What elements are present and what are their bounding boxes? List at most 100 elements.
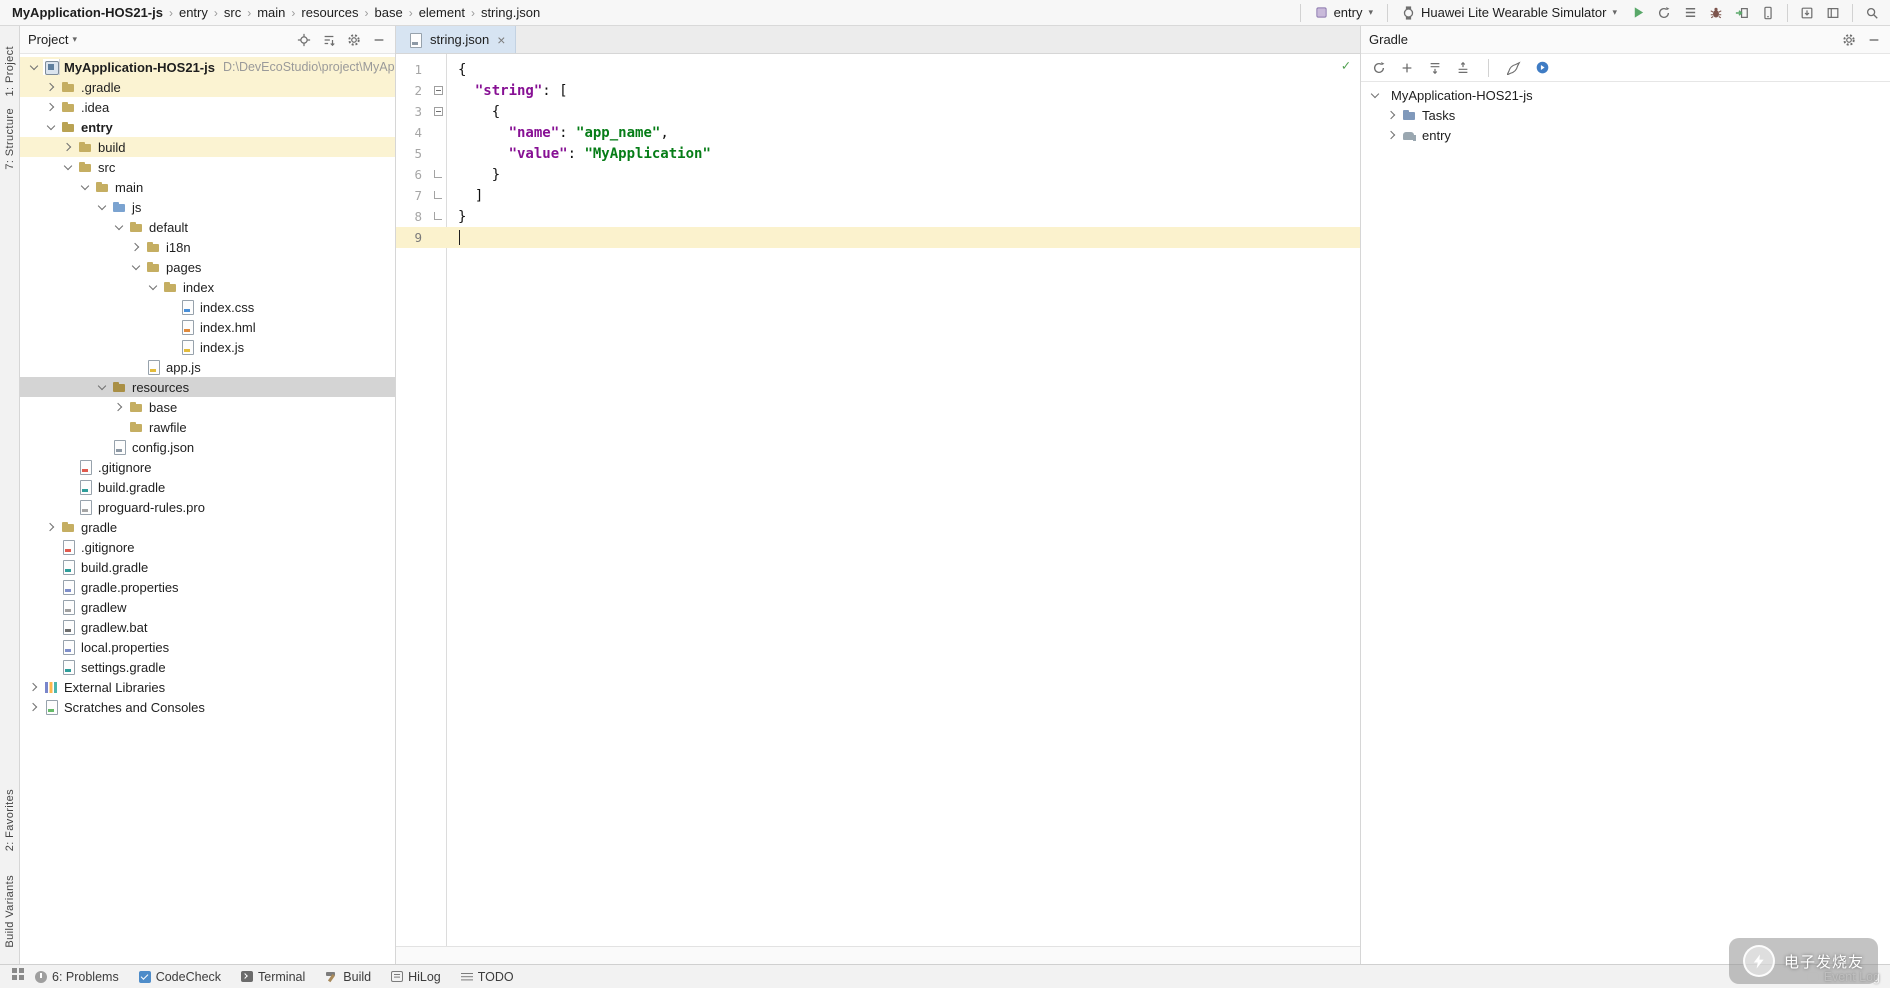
line-number[interactable]: 1 bbox=[396, 62, 430, 77]
chevron-collapsed-icon[interactable] bbox=[1384, 107, 1400, 123]
status-terminal[interactable]: Terminal bbox=[241, 970, 305, 984]
tree-row[interactable]: External Libraries bbox=[20, 677, 395, 697]
tree-row[interactable]: Scratches and Consoles bbox=[20, 697, 395, 717]
line-number[interactable]: 2 bbox=[396, 83, 430, 98]
chevron-expanded-icon[interactable] bbox=[26, 59, 42, 75]
breadcrumb-item[interactable]: resources bbox=[297, 5, 362, 20]
chevron-expanded-icon[interactable] bbox=[1367, 87, 1383, 103]
tree-row[interactable]: main bbox=[20, 177, 395, 197]
debug-button[interactable] bbox=[1704, 2, 1728, 24]
gear-icon[interactable] bbox=[1841, 32, 1857, 48]
tree-row[interactable]: src bbox=[20, 157, 395, 177]
chevron-expanded-icon[interactable] bbox=[111, 219, 127, 235]
breadcrumb-item[interactable]: element bbox=[415, 5, 469, 20]
gradle-settings-icon[interactable] bbox=[1506, 60, 1522, 76]
tree-row[interactable]: gradle bbox=[20, 517, 395, 537]
search-everywhere-button[interactable] bbox=[1860, 2, 1884, 24]
chevron-collapsed-icon[interactable] bbox=[1384, 127, 1400, 143]
caret-down-icon[interactable]: ▾ bbox=[72, 35, 77, 44]
tree-row[interactable]: local.properties bbox=[20, 637, 395, 657]
tree-row[interactable]: base bbox=[20, 397, 395, 417]
breadcrumb-item[interactable]: entry bbox=[175, 5, 212, 20]
tree-row[interactable]: js bbox=[20, 197, 395, 217]
tree-row[interactable]: build.gradle bbox=[20, 477, 395, 497]
device-manager-button[interactable] bbox=[1756, 2, 1780, 24]
toolwindow-button[interactable]: 1: Project bbox=[4, 46, 16, 96]
tree-row[interactable]: build.gradle bbox=[20, 557, 395, 577]
tree-row[interactable]: index bbox=[20, 277, 395, 297]
tree-row[interactable]: config.json bbox=[20, 437, 395, 457]
chevron-expanded-icon[interactable] bbox=[145, 279, 161, 295]
device-selector[interactable]: Huawei Lite Wearable Simulator ▾ bbox=[1395, 3, 1624, 22]
tree-row[interactable]: .idea bbox=[20, 97, 395, 117]
tree-row[interactable]: gradle.properties bbox=[20, 577, 395, 597]
breadcrumb-item[interactable]: src bbox=[220, 5, 245, 20]
chevron-collapsed-icon[interactable] bbox=[43, 99, 59, 115]
status-codecheck[interactable]: CodeCheck bbox=[138, 970, 221, 984]
tree-row[interactable]: gradlew bbox=[20, 597, 395, 617]
toolwindow-button[interactable]: 2: Favorites bbox=[4, 789, 16, 851]
tree-row[interactable]: entry bbox=[1361, 125, 1890, 145]
line-number[interactable]: 5 bbox=[396, 146, 430, 161]
tree-row[interactable]: resources bbox=[20, 377, 395, 397]
tree-row[interactable]: .gitignore bbox=[20, 537, 395, 557]
hide-panel-icon[interactable] bbox=[1866, 32, 1882, 48]
tree-row[interactable]: rawfile bbox=[20, 417, 395, 437]
line-number[interactable]: 6 bbox=[396, 167, 430, 182]
tree-row[interactable]: app.js bbox=[20, 357, 395, 377]
toolwindow-button[interactable]: Build Variants bbox=[4, 875, 16, 948]
inspection-ok-icon[interactable]: ✓ bbox=[1342, 58, 1350, 74]
breadcrumb-item[interactable]: main bbox=[253, 5, 289, 20]
fold-end-icon[interactable] bbox=[430, 211, 446, 220]
tree-row[interactable]: settings.gradle bbox=[20, 657, 395, 677]
line-number[interactable]: 4 bbox=[396, 125, 430, 140]
breadcrumb-item[interactable]: string.json bbox=[477, 5, 544, 20]
locate-file-icon[interactable] bbox=[296, 32, 312, 48]
chevron-collapsed-icon[interactable] bbox=[111, 399, 127, 415]
tree-row[interactable]: pages bbox=[20, 257, 395, 277]
tree-row[interactable]: .gradle bbox=[20, 77, 395, 97]
tree-row[interactable]: Tasks bbox=[1361, 105, 1890, 125]
tree-row[interactable]: build bbox=[20, 137, 395, 157]
chevron-expanded-icon[interactable] bbox=[60, 159, 76, 175]
fold-box-icon[interactable] bbox=[430, 107, 446, 116]
line-number[interactable]: 3 bbox=[396, 104, 430, 119]
chevron-collapsed-icon[interactable] bbox=[26, 699, 42, 715]
status-hilog[interactable]: HiLog bbox=[391, 970, 441, 984]
fold-end-icon[interactable] bbox=[430, 190, 446, 199]
tree-row[interactable]: index.js bbox=[20, 337, 395, 357]
line-number[interactable]: 7 bbox=[396, 188, 430, 203]
tree-row[interactable]: index.hml bbox=[20, 317, 395, 337]
execute-gradle-task-icon[interactable] bbox=[1534, 60, 1550, 76]
tab-string-json[interactable]: string.json × bbox=[396, 26, 517, 53]
fold-box-icon[interactable] bbox=[430, 86, 446, 95]
code-editor[interactable]: 1{2 "string": [3 {4 "name": "app_name", 5… bbox=[396, 54, 1360, 946]
sdk-manager-button[interactable] bbox=[1795, 2, 1819, 24]
tree-row[interactable]: MyApplication-HOS21-js bbox=[1361, 85, 1890, 105]
run-button[interactable] bbox=[1626, 2, 1650, 24]
tree-row[interactable]: i18n bbox=[20, 237, 395, 257]
gear-icon[interactable] bbox=[346, 32, 362, 48]
status-problems[interactable]: 6: Problems bbox=[35, 970, 119, 984]
chevron-collapsed-icon[interactable] bbox=[26, 679, 42, 695]
tree-row[interactable]: default bbox=[20, 217, 395, 237]
status-event-log[interactable]: Event Log bbox=[1806, 970, 1880, 984]
toolwindow-button[interactable]: 7: Structure bbox=[4, 108, 16, 170]
chevron-expanded-icon[interactable] bbox=[128, 259, 144, 275]
collapse-all-icon[interactable] bbox=[1455, 60, 1471, 76]
sync-gradle-icon[interactable] bbox=[1371, 60, 1387, 76]
breadcrumb-item[interactable]: base bbox=[370, 5, 406, 20]
collapse-all-icon[interactable] bbox=[321, 32, 337, 48]
fold-end-icon[interactable] bbox=[430, 169, 446, 178]
hide-panel-icon[interactable] bbox=[371, 32, 387, 48]
line-number[interactable]: 9 bbox=[396, 230, 430, 245]
chevron-expanded-icon[interactable] bbox=[77, 179, 93, 195]
chevron-collapsed-icon[interactable] bbox=[43, 79, 59, 95]
tree-row[interactable]: .gitignore bbox=[20, 457, 395, 477]
attach-debugger-button[interactable] bbox=[1730, 2, 1754, 24]
layout-button[interactable] bbox=[1821, 2, 1845, 24]
status-build[interactable]: Build bbox=[325, 970, 371, 984]
attach-gradle-project-icon[interactable] bbox=[1399, 60, 1415, 76]
chevron-expanded-icon[interactable] bbox=[94, 199, 110, 215]
toolwindow-toggle-icon[interactable] bbox=[12, 968, 17, 973]
